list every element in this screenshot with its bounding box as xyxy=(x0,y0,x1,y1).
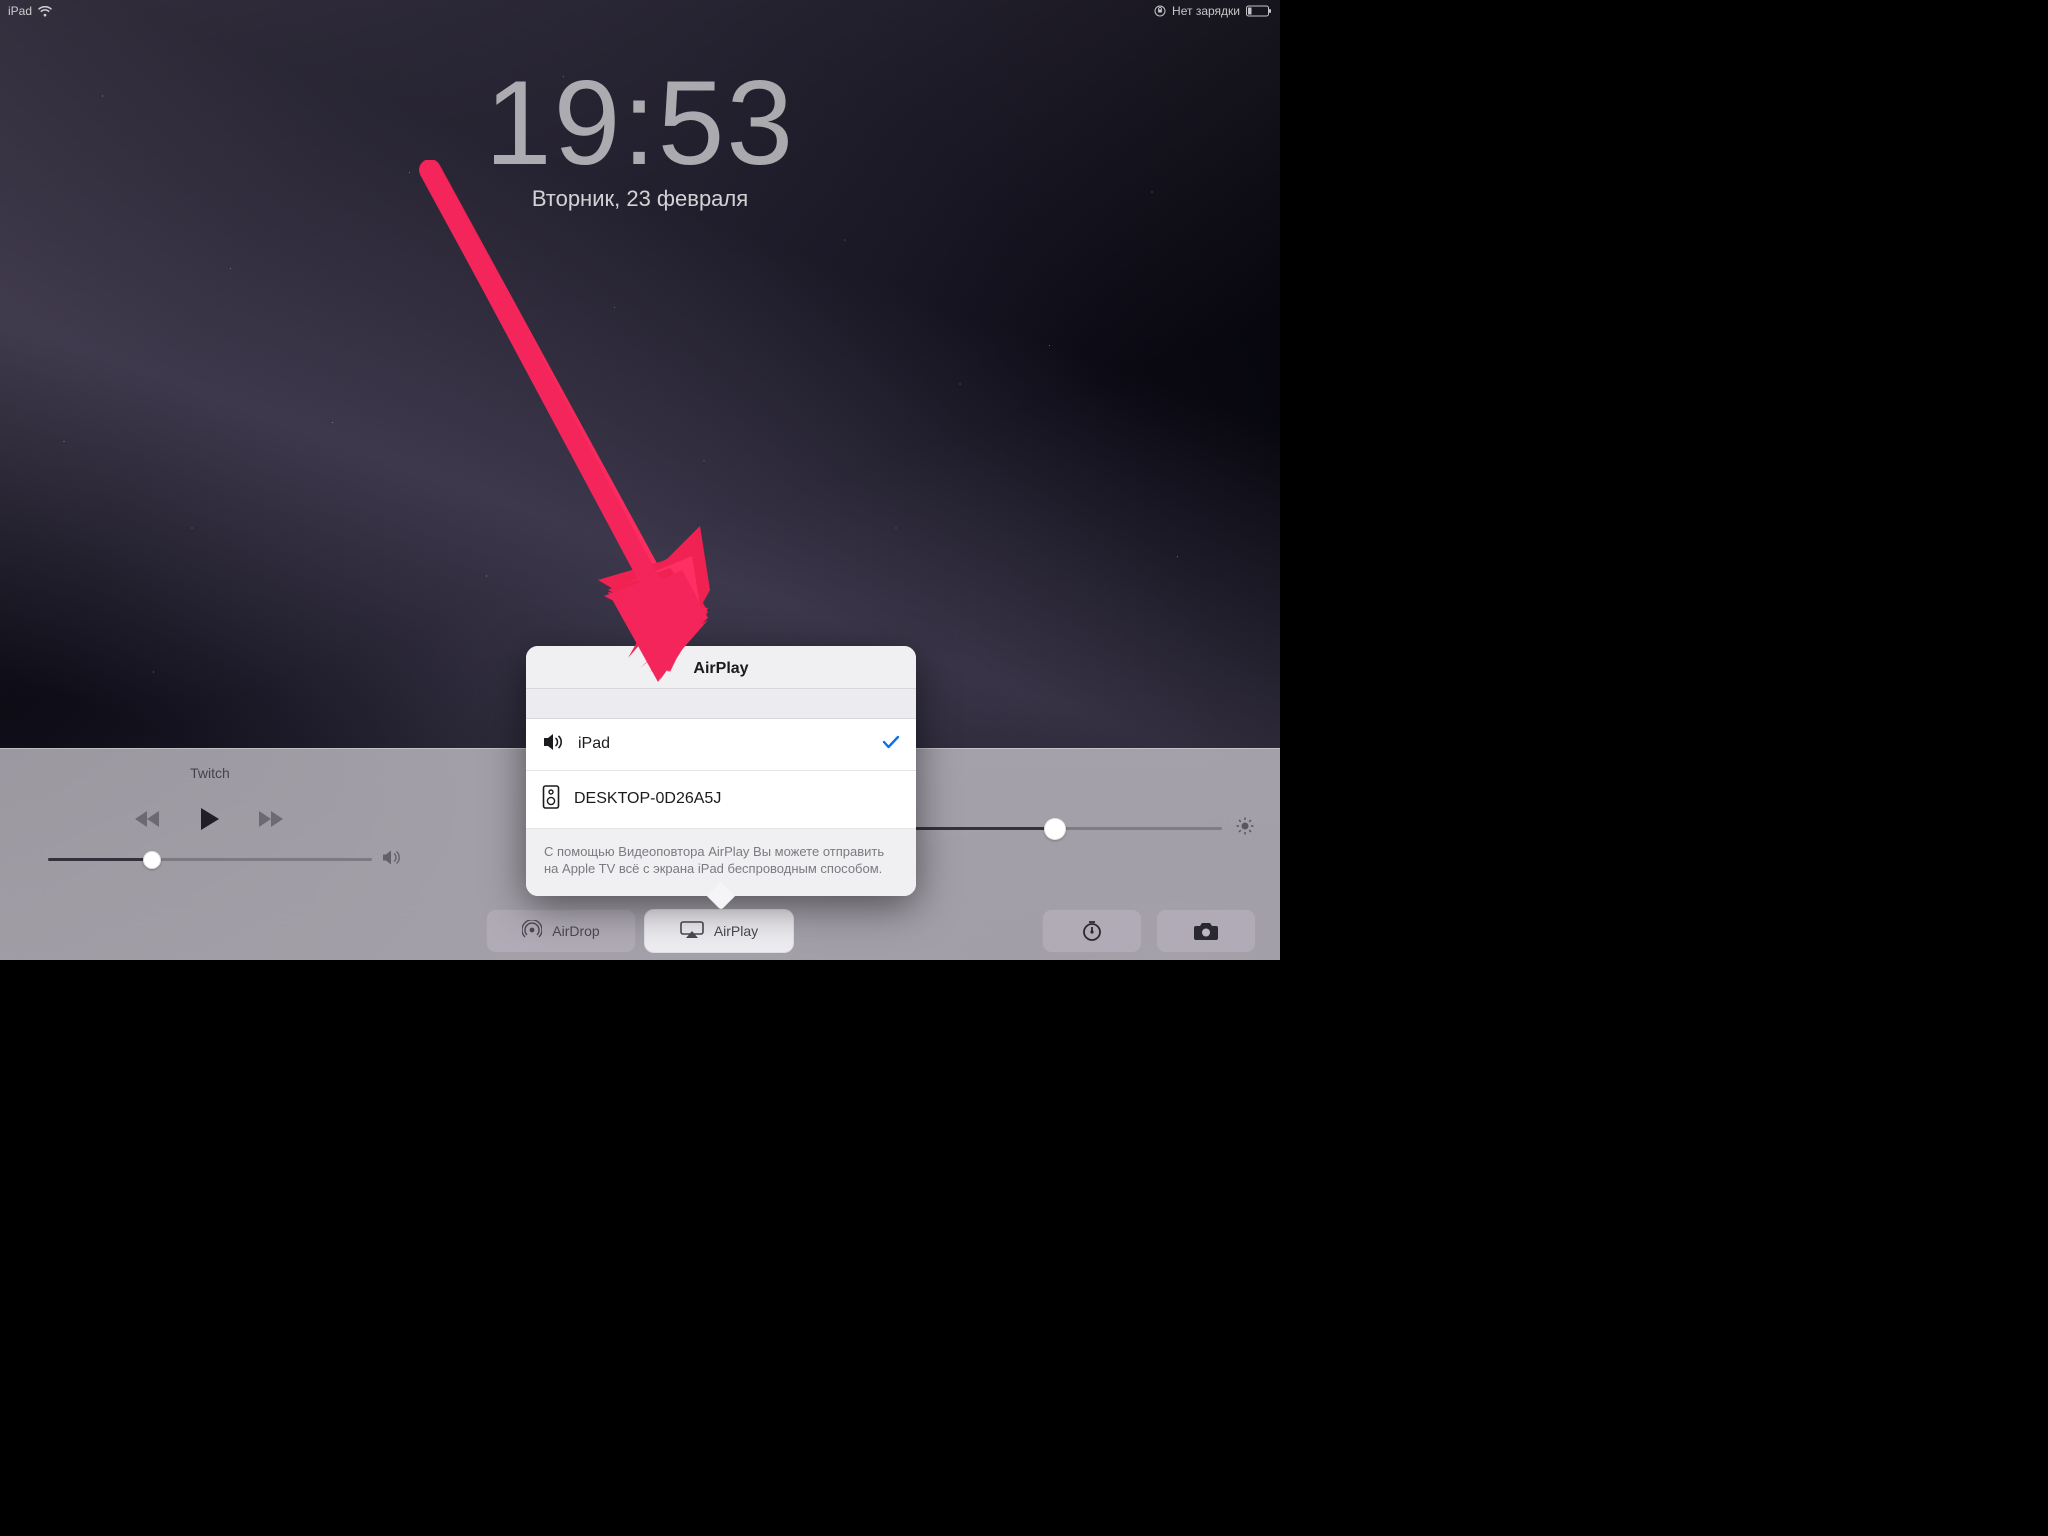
lock-time: 19:53 xyxy=(0,54,1280,192)
brightness-high-icon xyxy=(1236,817,1254,840)
playback-controls xyxy=(0,807,420,836)
airdrop-label: AirDrop xyxy=(552,923,599,939)
volume-icon xyxy=(382,849,402,870)
airplay-device-row[interactable]: iPad xyxy=(526,719,916,771)
camera-button[interactable] xyxy=(1156,909,1256,953)
airplay-device-row[interactable]: DESKTOP-0D26A5J xyxy=(526,771,916,829)
airdrop-icon xyxy=(522,920,542,943)
wifi-icon xyxy=(38,6,52,17)
speaker-icon xyxy=(542,733,564,756)
airplay-popover-title: AirPlay xyxy=(526,646,916,689)
airplay-device-name: iPad xyxy=(578,735,610,753)
orientation-lock-icon xyxy=(1154,5,1166,17)
airplay-popover: AirPlay iPad DESKTOP-0D26A5J С помощью В… xyxy=(526,646,916,896)
airdrop-button[interactable]: AirDrop xyxy=(486,909,636,953)
timer-button[interactable] xyxy=(1042,909,1142,953)
lock-screen-clock: 19:53 Вторник, 23 февраля xyxy=(0,54,1280,212)
airplay-device-name: DESKTOP-0D26A5J xyxy=(574,790,721,808)
airplay-icon xyxy=(680,921,704,942)
airplay-label: AirPlay xyxy=(714,923,758,939)
airplay-button[interactable]: AirPlay xyxy=(644,909,794,953)
now-playing-title: Twitch xyxy=(0,765,420,781)
display-device-icon xyxy=(542,785,560,814)
device-name: iPad xyxy=(8,4,32,18)
brightness-slider[interactable] xyxy=(860,817,1280,840)
play-button[interactable] xyxy=(199,807,221,836)
check-icon xyxy=(882,735,900,754)
status-bar: iPad Нет зарядки xyxy=(0,0,1280,22)
volume-slider[interactable] xyxy=(48,858,372,861)
airplay-popover-footer: С помощью Видеоповтора AirPlay Вы можете… xyxy=(526,829,916,896)
battery-icon xyxy=(1246,5,1272,17)
battery-status-text: Нет зарядки xyxy=(1172,4,1240,18)
next-track-button[interactable] xyxy=(257,809,287,834)
lock-date: Вторник, 23 февраля xyxy=(0,186,1280,212)
previous-track-button[interactable] xyxy=(133,809,163,834)
